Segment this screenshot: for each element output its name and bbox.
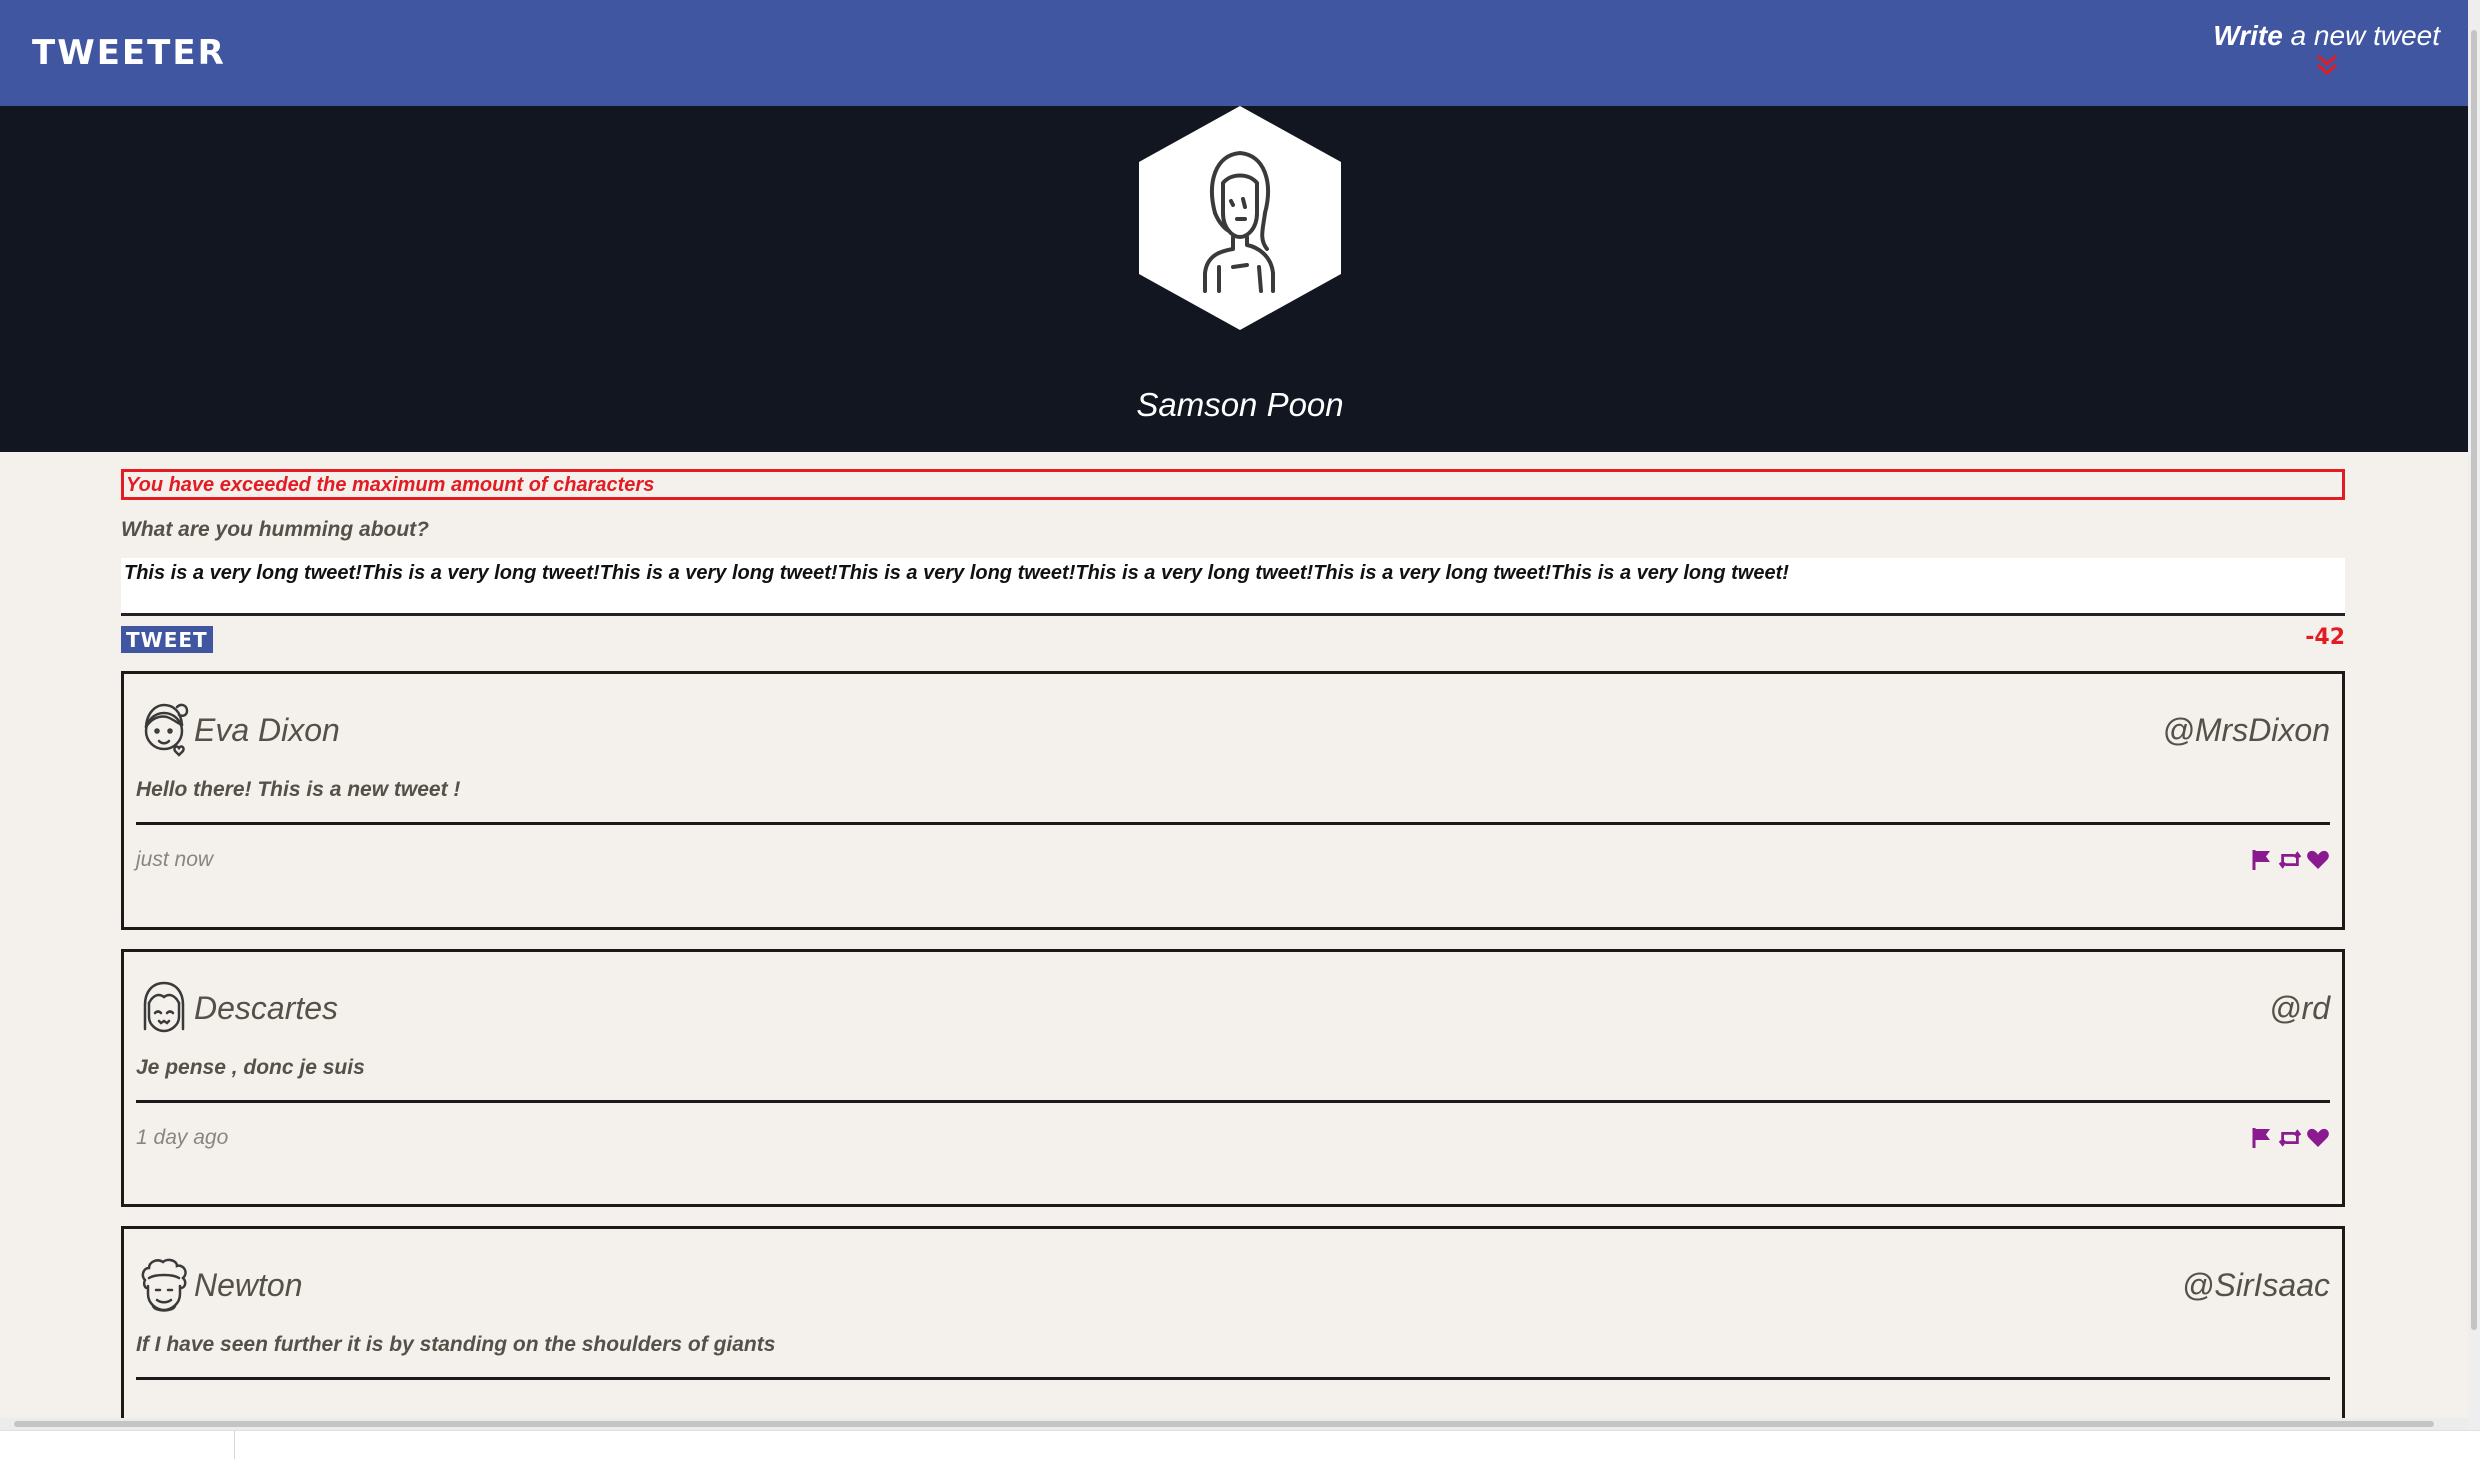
bottom-status-strip xyxy=(0,1430,2480,1459)
heart-icon[interactable] xyxy=(2306,848,2330,872)
write-new-tweet-label: Write a new tweet xyxy=(2213,20,2440,52)
author-name: Descartes xyxy=(194,989,339,1026)
curly-hair-avatar-icon xyxy=(136,1255,192,1315)
flag-icon[interactable] xyxy=(2250,848,2274,872)
retweet-icon[interactable] xyxy=(2278,1126,2302,1150)
author-handle[interactable]: @MrsDixon xyxy=(2162,712,2330,749)
profile-avatar xyxy=(1139,106,1341,330)
tweet-actions xyxy=(2250,1126,2330,1150)
tweet-card: Newton @SirIsaac If I have seen further … xyxy=(121,1226,2345,1446)
tweet-text: Hello there! This is a new tweet ! xyxy=(136,778,2330,825)
bangs-avatar-icon xyxy=(136,978,192,1038)
tweet-card: Eva Dixon @MrsDixon Hello there! This is… xyxy=(121,671,2345,930)
write-new-tweet-link[interactable]: Write a new tweet xyxy=(2213,20,2440,76)
flag-icon[interactable] xyxy=(2250,1126,2274,1150)
double-chevron-down-icon[interactable] xyxy=(2315,54,2339,76)
vertical-scrollbar[interactable] xyxy=(2468,0,2480,1430)
tweet-footer: just now xyxy=(136,825,2330,895)
tweet-button[interactable]: TWEET xyxy=(121,626,213,653)
tweet-author: Newton xyxy=(136,1255,303,1315)
heart-icon[interactable] xyxy=(2306,1126,2330,1150)
tweet-textarea[interactable] xyxy=(121,558,2345,616)
write-label-rest: a new tweet xyxy=(2290,20,2440,51)
compose-prompt-label: What are you humming about? xyxy=(121,518,429,541)
tweet-footer: 1 day ago xyxy=(136,1103,2330,1173)
tweet-header: Newton @SirIsaac xyxy=(136,1253,2330,1317)
character-counter: -42 xyxy=(2305,625,2345,650)
author-name: Eva Dixon xyxy=(194,711,340,748)
horizontal-scrollbar[interactable] xyxy=(0,1418,2468,1430)
top-nav: TWEETER Write a new tweet xyxy=(0,0,2468,106)
retweet-icon[interactable] xyxy=(2278,848,2302,872)
profile-header: Samson Poon xyxy=(0,106,2468,452)
write-label-bold: Write xyxy=(2213,20,2283,51)
author-name: Newton xyxy=(194,1266,303,1303)
author-handle[interactable]: @rd xyxy=(2269,990,2330,1027)
brand-logo[interactable]: TWEETER xyxy=(32,33,226,73)
author-handle[interactable]: @SirIsaac xyxy=(2182,1267,2330,1304)
tweet-header: Descartes @rd xyxy=(136,976,2330,1040)
tweet-header: Eva Dixon @MrsDixon xyxy=(136,698,2330,762)
profile-name: Samson Poon xyxy=(1136,386,1344,423)
horizontal-scroll-thumb[interactable] xyxy=(14,1421,2434,1427)
error-message: You have exceeded the maximum amount of … xyxy=(121,469,2345,500)
tweet-text: If I have seen further it is by standing… xyxy=(136,1333,2330,1380)
tweet-timestamp: just now xyxy=(136,848,214,871)
woman-avatar-icon xyxy=(1203,151,1275,293)
bottom-divider xyxy=(234,1431,235,1459)
girl-avatar-icon xyxy=(136,700,192,760)
tweet-actions xyxy=(2250,848,2330,872)
tweet-timestamp: 1 day ago xyxy=(136,1126,229,1149)
vertical-scroll-thumb[interactable] xyxy=(2471,30,2477,1330)
tweet-card: Descartes @rd Je pense , donc je suis 1 … xyxy=(121,949,2345,1207)
tweet-author: Descartes xyxy=(136,978,338,1038)
tweet-text: Je pense , donc je suis xyxy=(136,1056,2330,1103)
tweet-author: Eva Dixon xyxy=(136,700,340,760)
